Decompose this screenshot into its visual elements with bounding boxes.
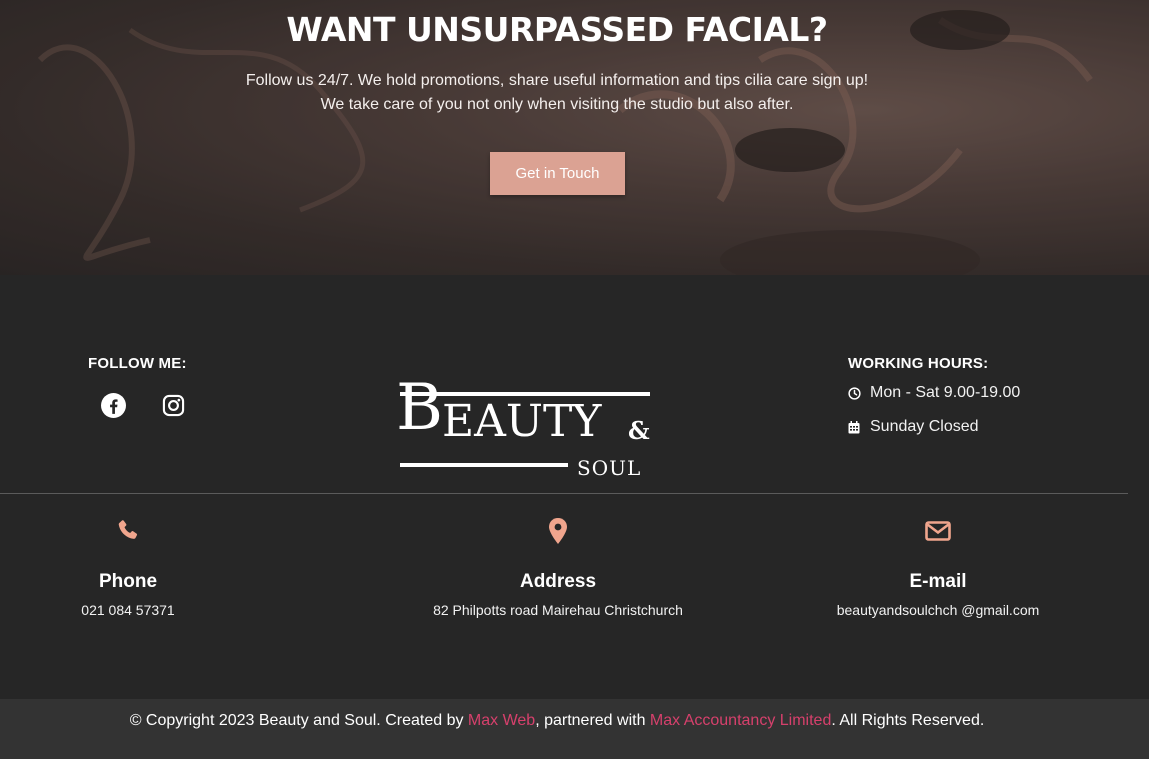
instagram-icon[interactable] (160, 392, 186, 418)
footer-divider (0, 493, 1128, 494)
hero-title: WANT UNSURPASSED FACIAL? (286, 10, 828, 49)
logo-letter-b: B (396, 371, 443, 445)
clock-icon (848, 386, 861, 400)
hero-text-line-2: We take care of you not only when visiti… (320, 96, 794, 113)
copyright-suffix: . All Rights Reserved. (831, 712, 985, 729)
phone-icon (118, 520, 138, 539)
phone-value[interactable]: 021 084 57371 (0, 602, 278, 618)
hours-weekdays: Mon - Sat 9.00-19.00 (848, 384, 1020, 402)
logo-word: EAUTY (442, 396, 602, 447)
hero-text-line-1: Follow us 24/7. We hold promotions, shar… (245, 72, 869, 89)
address-title: Address (519, 571, 597, 592)
hours-sunday: Sunday Closed (848, 418, 979, 436)
follow-title: FOLLOW ME: (88, 355, 187, 372)
contact-email: E-mail beautyandsoulchch @gmail.com (788, 517, 1088, 618)
address-value: 82 Philpotts road Mairehau Christchurch (433, 602, 683, 618)
copyright-text: © Copyright 2023 Beauty and Soul. Create… (0, 712, 1114, 730)
beauty-and-soul-logo[interactable]: B EAUTY & SOUL (396, 376, 656, 480)
hours-weekdays-text: Mon - Sat 9.00-19.00 (870, 384, 1021, 401)
calendar-icon (848, 420, 861, 434)
get-in-touch-button[interactable]: Get in Touch (490, 152, 625, 195)
copyright-mid: , partnered with (535, 712, 650, 729)
max-web-link[interactable]: Max Web (468, 712, 535, 729)
logo-soul: SOUL (577, 456, 642, 480)
max-accountancy-link[interactable]: Max Accountancy Limited (650, 712, 831, 729)
contact-address: Address 82 Philpotts road Mairehau Chris… (408, 517, 708, 618)
logo-ampersand: & (628, 416, 650, 445)
envelope-icon (925, 521, 951, 541)
copyright-prefix: © Copyright 2023 Beauty and Soul. Create… (129, 712, 468, 729)
phone-title: Phone (98, 571, 158, 592)
facebook-icon[interactable] (100, 392, 126, 418)
hours-sunday-text: Sunday Closed (870, 418, 979, 435)
footer-section: FOLLOW ME: B EAUTY & SOUL WORKING HOURS:… (0, 275, 1149, 699)
contact-phone: Phone 021 084 57371 (0, 517, 278, 618)
working-hours-title: WORKING HOURS: (848, 355, 989, 372)
map-pin-icon (549, 518, 567, 544)
logo-line-bottom (400, 463, 568, 467)
email-title: E-mail (909, 571, 967, 592)
email-value[interactable]: beautyandsoulchch @gmail.com (788, 602, 1088, 618)
hero-section: WANT UNSURPASSED FACIAL? Follow us 24/7.… (0, 0, 1149, 275)
copyright-bar: © Copyright 2023 Beauty and Soul. Create… (0, 699, 1149, 759)
